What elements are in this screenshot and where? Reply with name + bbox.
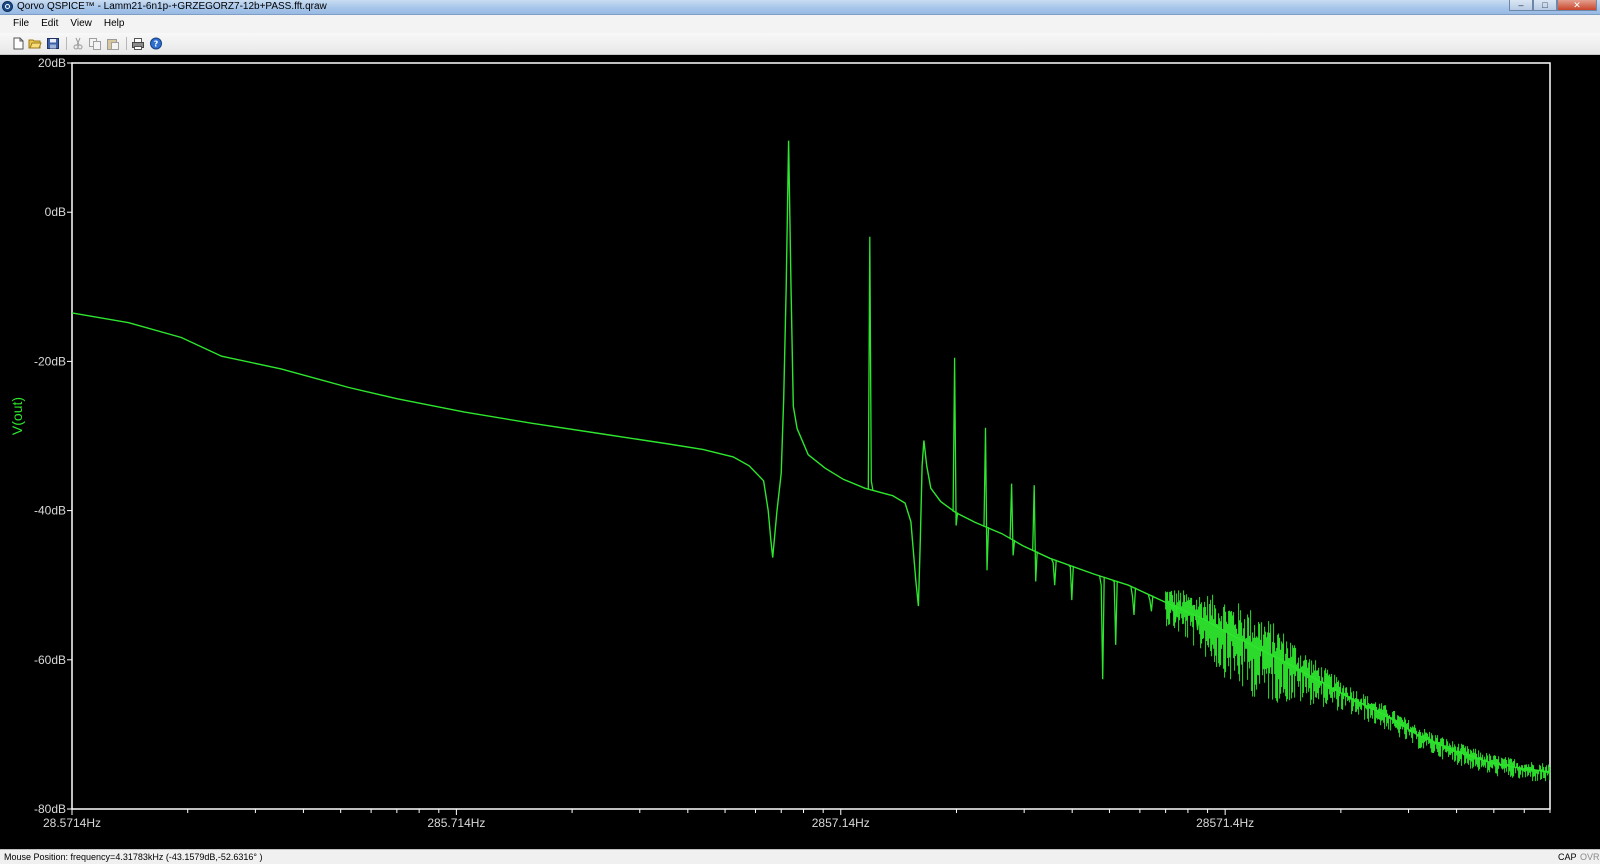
waveform-viewer[interactable]: 20dB 0dB -20dB -40dB -60dB -80dB 28.5714Hz 285…: [0, 55, 1600, 849]
new-file-icon[interactable]: [11, 37, 25, 50]
status-bar: Mouse Position: frequency=4.31783kHz (-4…: [0, 849, 1600, 864]
harmonic-spikes: [867, 236, 1200, 680]
y-axis: 20dB 0dB -20dB -40dB -60dB -80dB: [34, 56, 72, 816]
harmonic-spike: [1112, 580, 1118, 645]
save-icon[interactable]: [46, 37, 60, 50]
harmonic-spike: [1130, 586, 1137, 616]
qspice-window: Qorvo QSPICE™ - Lamm21-6n1p-+GRZEGORZ7-1…: [0, 0, 1600, 864]
x-axis: 28.5714Hz 285.714Hz 2857.14Hz 28571.4Hz: [43, 809, 1551, 830]
trace-label-vout[interactable]: V(out): [9, 397, 25, 435]
print-icon[interactable]: [131, 37, 145, 50]
qspice-logo-icon[interactable]: [2, 1, 13, 12]
x-tick-label: 285.714Hz: [427, 816, 485, 830]
toolbar: ?: [0, 33, 1600, 55]
y-tick-label: 20dB: [38, 56, 66, 70]
x-tick-label: 28.5714Hz: [43, 816, 101, 830]
minimize-button[interactable]: –: [1509, 0, 1533, 11]
window-controls: – □ ✕: [1509, 0, 1597, 12]
toolbar-separator: [66, 37, 67, 50]
x-tick-label: 28571.4Hz: [1196, 816, 1254, 830]
window-title: Qorvo QSPICE™ - Lamm21-6n1p-+GRZEGORZ7-1…: [17, 1, 327, 12]
y-tick-label: -20dB: [34, 354, 66, 368]
menu-bar: File Edit View Help: [0, 15, 1600, 33]
y-tick-label: -60dB: [34, 653, 66, 667]
menu-view[interactable]: View: [64, 15, 98, 33]
open-folder-icon[interactable]: [28, 37, 42, 50]
menu-help[interactable]: Help: [98, 15, 131, 33]
title-bar[interactable]: Qorvo QSPICE™ - Lamm21-6n1p-+GRZEGORZ7-1…: [0, 0, 1600, 15]
trace-noise-band[interactable]: [1165, 590, 1551, 782]
help-icon[interactable]: ?: [149, 37, 163, 50]
close-button[interactable]: ✕: [1557, 0, 1597, 11]
overwrite-indicator: OVR: [1580, 852, 1600, 862]
x-tick-label: 2857.14Hz: [812, 816, 870, 830]
mouse-position-readout: Mouse Position: frequency=4.31783kHz (-4…: [4, 852, 263, 862]
harmonic-spike: [867, 236, 874, 490]
y-tick-label: 0dB: [45, 205, 66, 219]
svg-text:?: ?: [154, 40, 159, 49]
fft-plot[interactable]: 20dB 0dB -20dB -40dB -60dB -80dB 28.5714Hz 285…: [0, 55, 1600, 849]
plot-area-frame: [71, 62, 1551, 810]
harmonic-spike: [1147, 594, 1154, 612]
harmonic-spike: [1032, 485, 1038, 582]
harmonic-spike: [1051, 559, 1057, 586]
toolbar-separator: [126, 37, 127, 50]
harmonic-spike: [1009, 483, 1016, 556]
y-tick-label: -80dB: [34, 802, 66, 816]
harmonic-spike: [952, 357, 959, 526]
maximize-button[interactable]: □: [1533, 0, 1557, 11]
harmonic-spike: [1068, 565, 1074, 601]
harmonic-spike: [1099, 576, 1105, 680]
menu-file[interactable]: File: [0, 15, 35, 33]
paste-icon[interactable]: [106, 37, 120, 50]
trace-group: [71, 140, 1551, 782]
menu-edit[interactable]: Edit: [35, 15, 64, 33]
cut-icon[interactable]: [71, 37, 85, 50]
copy-icon[interactable]: [88, 37, 102, 50]
harmonic-spike: [983, 427, 990, 571]
y-tick-label: -40dB: [34, 504, 66, 518]
caps-lock-indicator: CAP: [1558, 852, 1577, 862]
